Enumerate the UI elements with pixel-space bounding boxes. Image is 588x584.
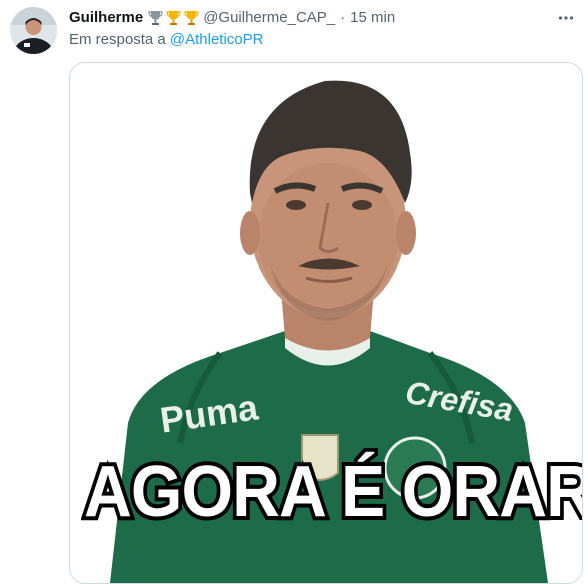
more-icon	[558, 16, 574, 20]
tweet-header: Guilherme @Guilherme_CAP_ · 15 min	[69, 7, 395, 27]
more-options-button[interactable]	[555, 8, 577, 28]
trophy-gold-icon	[165, 9, 182, 26]
reply-context: Em resposta a @AthleticoPR	[69, 31, 264, 48]
trophy-gold-icon	[183, 9, 200, 26]
trophy-silver-icon	[147, 9, 164, 26]
author-handle[interactable]: @Guilherme_CAP_	[203, 9, 335, 26]
tweet-card[interactable]: Guilherme @Guilherme_CAP_ · 15 min Em re…	[0, 0, 588, 584]
author-name[interactable]: Guilherme	[69, 9, 143, 26]
meme-caption: AGORA É ORAR	[80, 448, 583, 536]
timestamp[interactable]: 15 min	[350, 9, 395, 26]
profile-badges	[147, 9, 200, 26]
tweet-media-image[interactable]: Puma Crefisa AGORA É ORAR	[69, 62, 583, 584]
reply-to-link[interactable]: @AthleticoPR	[170, 31, 264, 48]
separator-dot: ·	[340, 8, 346, 26]
reply-prefix: Em resposta a	[69, 31, 166, 48]
avatar[interactable]	[10, 7, 57, 54]
